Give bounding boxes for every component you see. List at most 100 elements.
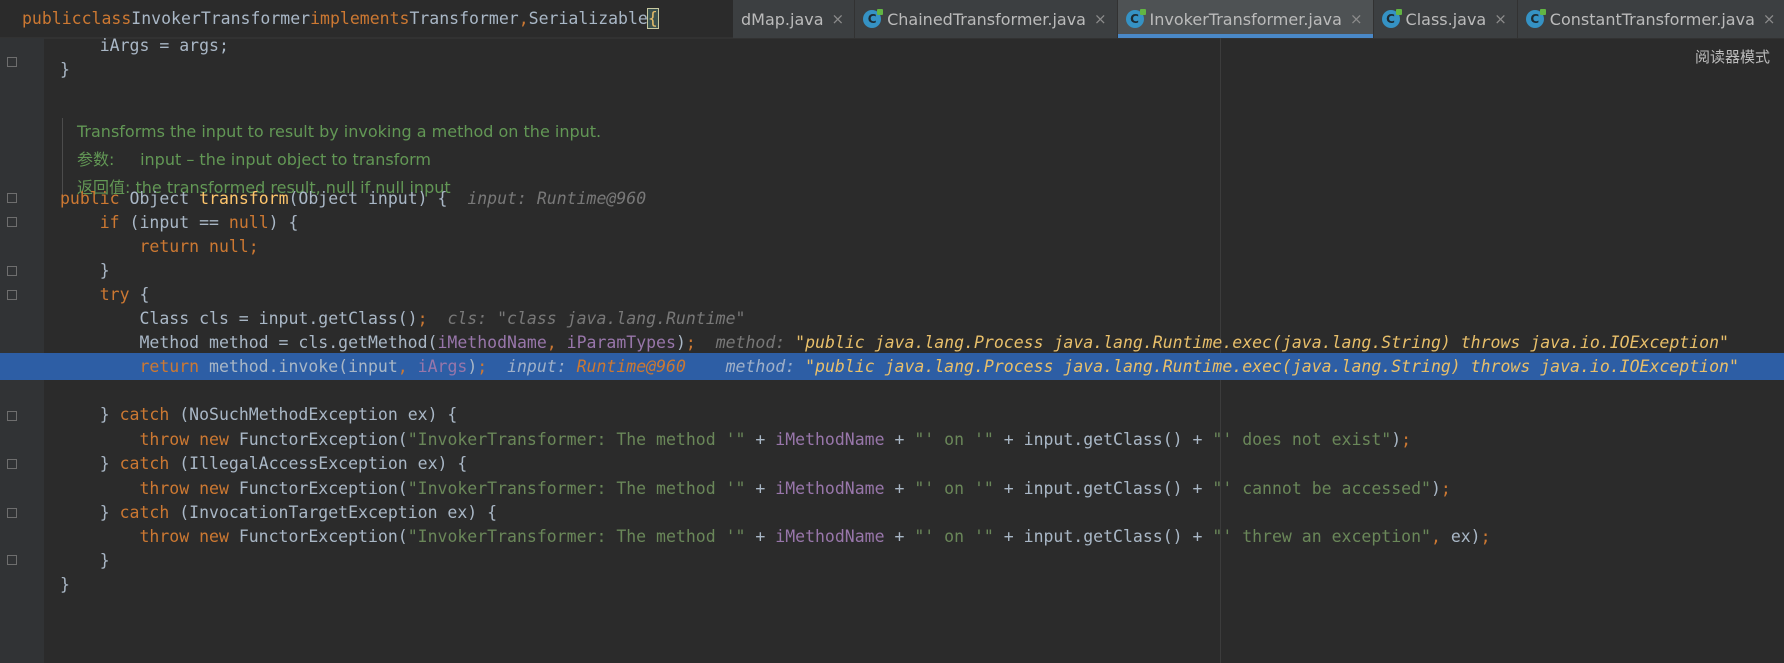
java-class-icon: C xyxy=(1125,9,1146,28)
java-class-icon: C xyxy=(1525,9,1546,28)
code-token: ; xyxy=(1440,479,1451,498)
tab-label: InvokerTransformer.java xyxy=(1149,9,1342,29)
code-token: ex) xyxy=(1450,527,1481,546)
code-token: FunctorException( xyxy=(238,479,408,498)
inline-debug-value: method: xyxy=(685,357,806,376)
code-token: "InvokerTransformer: The method '" xyxy=(407,527,756,546)
close-icon[interactable]: × xyxy=(1494,10,1507,28)
sticky-class-header[interactable]: public class InvokerTransformer implemen… xyxy=(0,0,733,38)
code-token: } xyxy=(60,503,120,522)
code-token: iArgs = args; xyxy=(60,36,229,55)
code-line[interactable]: Class cls = input.getClass(); cls: "clas… xyxy=(0,305,1784,332)
code-token: (IllegalAccessException ex) { xyxy=(179,454,468,473)
matched-brace: { xyxy=(646,8,659,29)
code-token: } xyxy=(60,405,120,424)
code-token: ) xyxy=(1391,430,1402,449)
code-token: + input.getClass() + xyxy=(1003,479,1213,498)
inline-debug-value: cls: "class java.lang.Runtime" xyxy=(447,309,746,328)
close-icon[interactable]: × xyxy=(1094,10,1107,28)
code-token: throw new xyxy=(60,430,239,449)
close-icon[interactable]: × xyxy=(1350,10,1363,28)
code-token: "' on '" xyxy=(914,479,1004,498)
code-token: , xyxy=(397,357,418,376)
code-line[interactable]: } catch (InvocationTargetException ex) { xyxy=(0,499,1784,526)
code-token: (InvocationTargetException ex) { xyxy=(179,503,498,522)
code-token: iMethodName xyxy=(775,527,895,546)
inline-debug-value: "public java.lang.Process java.lang.Runt… xyxy=(795,333,1729,352)
code-token: + xyxy=(894,479,915,498)
code-line[interactable]: } xyxy=(0,571,1784,598)
code-token: } xyxy=(60,575,70,594)
tab-label: Class.java xyxy=(1405,9,1487,29)
code-token: , xyxy=(546,333,567,352)
class-name: InvokerTransformer xyxy=(131,9,311,28)
code-line[interactable]: throw new FunctorException("InvokerTrans… xyxy=(0,475,1784,502)
code-token: iMethodName xyxy=(775,479,895,498)
code-line[interactable]: try { xyxy=(0,281,1784,308)
code-token: , xyxy=(1430,527,1451,546)
code-token: (NoSuchMethodException ex) { xyxy=(179,405,458,424)
code-line[interactable]: return null; xyxy=(0,233,1784,260)
code-line[interactable]: public Object transform(Object input) { … xyxy=(0,185,1784,212)
code-token: return null xyxy=(60,237,249,256)
code-token: "' on '" xyxy=(914,527,1004,546)
code-line[interactable]: } catch (IllegalAccessException ex) { xyxy=(0,450,1784,477)
code-token: method.invoke(input xyxy=(209,357,398,376)
interface-name: Transformer xyxy=(409,9,519,28)
code-token: "' cannot be accessed" xyxy=(1212,479,1431,498)
comma: , xyxy=(518,9,529,28)
tab-label: dMap.java xyxy=(741,9,824,29)
code-token: } xyxy=(60,551,110,570)
code-token: throw new xyxy=(60,527,239,546)
code-token: iArgs xyxy=(417,357,468,376)
code-line[interactable] xyxy=(0,377,1784,404)
inline-debug-value: input: Runtime@960 xyxy=(467,189,647,208)
code-token: + input.getClass() + xyxy=(1003,527,1213,546)
code-token: } xyxy=(60,454,120,473)
code-token: + xyxy=(894,430,915,449)
code-token: public xyxy=(60,189,130,208)
code-token: (input == xyxy=(129,213,229,232)
code-token: catch xyxy=(119,503,180,522)
inline-debug-value: "public java.lang.Process java.lang.Runt… xyxy=(805,357,1739,376)
code-token: + xyxy=(894,527,915,546)
keyword-public: public xyxy=(22,9,82,28)
inline-debug-value: Runtime@960 xyxy=(576,357,686,376)
code-token: + xyxy=(755,479,776,498)
code-token: iMethodName xyxy=(775,430,895,449)
code-line[interactable]: } xyxy=(0,56,1784,83)
inline-debug-value: input: xyxy=(507,357,577,376)
code-token: FunctorException( xyxy=(238,527,408,546)
tab-label: ConstantTransformer.java xyxy=(1549,9,1755,29)
code-line[interactable] xyxy=(0,80,1784,107)
code-line[interactable]: } xyxy=(0,257,1784,284)
code-token: null xyxy=(228,213,269,232)
code-token: ) xyxy=(675,333,686,352)
keyword-implements: implements xyxy=(310,9,410,28)
javadoc-param-key: 参数: xyxy=(77,150,115,169)
code-token: "' on '" xyxy=(914,430,1004,449)
code-token: ) xyxy=(467,357,478,376)
code-line[interactable]: } xyxy=(0,547,1784,574)
close-icon[interactable]: × xyxy=(832,10,845,28)
code-line[interactable]: } catch (NoSuchMethodException ex) { xyxy=(0,401,1784,428)
code-line[interactable]: throw new FunctorException("InvokerTrans… xyxy=(0,426,1784,453)
code-line[interactable]: if (input == null) { xyxy=(0,209,1784,236)
code-token: ; xyxy=(248,237,259,256)
code-token: (Object input) { xyxy=(288,189,468,208)
code-token: iParamTypes xyxy=(566,333,676,352)
code-token: ) xyxy=(1430,479,1441,498)
code-token: try xyxy=(60,285,140,304)
selected-code-line[interactable]: return method.invoke(input, iArgs); inpu… xyxy=(0,353,1784,380)
code-line[interactable]: throw new FunctorException("InvokerTrans… xyxy=(0,523,1784,550)
code-token: ; xyxy=(1480,527,1491,546)
close-icon[interactable]: × xyxy=(1763,10,1776,28)
code-token: } xyxy=(60,261,110,280)
code-token: catch xyxy=(119,454,180,473)
code-token: ; xyxy=(685,333,716,352)
code-token: ) { xyxy=(268,213,299,232)
interface-name-2: Serializable xyxy=(528,9,648,28)
code-token: + xyxy=(755,430,776,449)
code-line[interactable]: Method method = cls.getMethod(iMethodNam… xyxy=(0,329,1784,356)
code-token: "' does not exist" xyxy=(1212,430,1392,449)
